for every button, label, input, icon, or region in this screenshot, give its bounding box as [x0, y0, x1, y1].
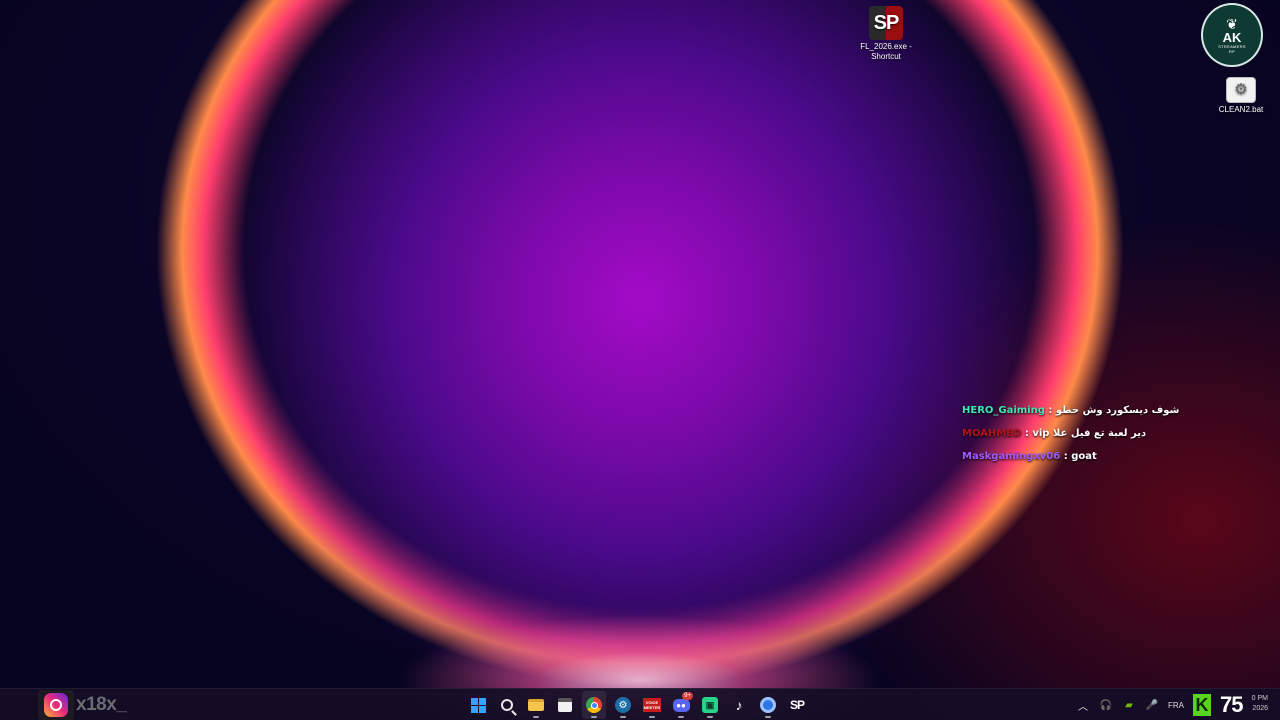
sp-app-button[interactable]: SP [785, 691, 809, 719]
chrome-icon [586, 697, 602, 713]
desktop-icon-clean2-bat[interactable]: ⚙ CLEAN2.bat [1201, 77, 1280, 115]
chevron-up-icon[interactable]: ︿ [1076, 698, 1090, 713]
taskbar-pinned-apps: ⚙ VOICE MEETER ●● 9+ ▣ ♪ SP [466, 691, 809, 719]
kick-logo: K [1193, 694, 1211, 716]
logo-sub-text-2: RP [1228, 48, 1236, 54]
discord-button[interactable]: ●● 9+ [669, 691, 693, 719]
voicemeeter-button[interactable]: VOICE MEETER [640, 691, 664, 719]
chat-text: دير لعبة تع فيل علا vip [1032, 428, 1147, 439]
logo-main-text: AK [1222, 29, 1242, 45]
microsoft-store-button[interactable] [553, 691, 577, 719]
discord-icon: ●● [672, 698, 690, 712]
eagle-icon: ❦ [1226, 15, 1238, 32]
taskbar: x18x_ ⚙ VOICE MEETER ●● 9+ ▣ ♪ SP ︿ 🎧 ▰ … [0, 688, 1280, 720]
instagram-overlay [38, 690, 74, 720]
notification-badge: 9+ [682, 692, 693, 700]
microphone-icon[interactable]: 🎤 [1145, 700, 1159, 711]
green-app-button[interactable]: ▣ [698, 691, 722, 719]
start-button[interactable] [466, 691, 490, 719]
chat-separator: : [1021, 428, 1033, 439]
language-indicator[interactable]: FRA [1168, 701, 1184, 710]
clock[interactable]: 0 PM 2026 [1252, 694, 1268, 714]
sp-app-icon: SP [789, 698, 805, 712]
chat-text: شوف ديسكورد وش حطو [1055, 405, 1180, 416]
tiktok-button[interactable]: ♪ [727, 691, 751, 719]
desktop-icon-fl2026-shortcut[interactable]: SP FL_2026.exe - Shortcut [846, 6, 926, 62]
chat-message: Maskgamingxv06 : goat [962, 450, 1179, 473]
folder-icon [528, 699, 544, 711]
clock-date: 2026 [1252, 705, 1268, 712]
system-tray: ︿ 🎧 ▰ 🎤 FRA K 75 [1076, 689, 1244, 720]
clock-time: 0 PM [1251, 695, 1268, 702]
stream-chat-overlay: HERO_Gaiming : شوف ديسكورد وش حطو MOAHME… [962, 404, 1179, 473]
chat-separator: : [1044, 405, 1056, 416]
desktop-icon-label-line2: Shortcut [871, 52, 901, 61]
nvidia-icon[interactable]: ▰ [1122, 700, 1136, 711]
chat-username: HERO_Gaiming [962, 405, 1045, 416]
search-button[interactable] [495, 691, 519, 719]
chat-username: MOAHMED [962, 428, 1022, 439]
chat-message: MOAHMED : دير لعبة تع فيل علا vip [962, 427, 1179, 450]
chrome-button[interactable] [582, 691, 606, 719]
sp-app-icon: SP [869, 6, 903, 40]
steam-icon: ⚙ [615, 697, 631, 713]
browser-icon [760, 697, 776, 713]
desktop-icon-label: CLEAN2.bat [1218, 105, 1264, 114]
store-icon [558, 698, 572, 712]
instagram-icon [44, 693, 68, 717]
search-icon [501, 699, 513, 711]
overlay-gauge-value: 75 [1220, 692, 1244, 717]
chat-text: goat [1071, 451, 1097, 462]
voicemeeter-icon: VOICE MEETER [643, 698, 661, 712]
batch-file-gear-icon: ⚙ [1226, 77, 1256, 103]
ak-streamers-logo: ❦ AK STREAMERS RP [1201, 3, 1263, 67]
desktop-icon-label: FL_2026.exe - [860, 42, 912, 51]
chat-separator: : [1060, 451, 1072, 462]
steam-button[interactable]: ⚙ [611, 691, 635, 719]
headphones-icon[interactable]: 🎧 [1099, 700, 1113, 711]
app-icon: ▣ [702, 697, 718, 713]
chat-message: HERO_Gaiming : شوف ديسكورد وش حطو [962, 404, 1179, 427]
instagram-handle: x18x_ [76, 694, 127, 715]
file-explorer-button[interactable] [524, 691, 548, 719]
browser-button[interactable] [756, 691, 780, 719]
tiktok-icon: ♪ [735, 697, 743, 713]
windows-icon [470, 697, 486, 713]
chat-username: Maskgamingxv06 [962, 451, 1061, 462]
